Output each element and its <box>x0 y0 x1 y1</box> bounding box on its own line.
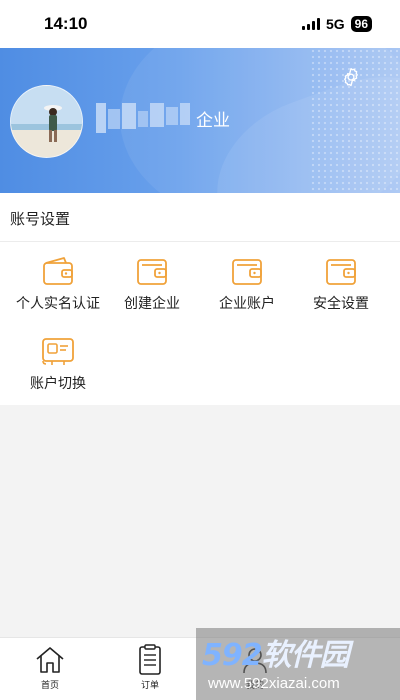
watermark-logo: 592软件园 <box>202 638 350 673</box>
name-redacted <box>96 103 190 133</box>
menu-item-real-name-verification[interactable]: 个人实名认证 <box>8 253 108 327</box>
menu-item-label: 创建企业 <box>124 296 180 312</box>
status-indicators: 5G 96 <box>301 16 372 32</box>
battery-icon: 96 <box>350 16 372 32</box>
nav-item-home[interactable]: 首页 <box>20 638 80 700</box>
menu-item-label: 个人实名认证 <box>16 296 100 312</box>
wallet-icon <box>326 259 356 285</box>
menu-item-security-settings[interactable]: 安全设置 <box>291 253 391 327</box>
profile-header: 企业 <box>0 48 400 193</box>
nav-label: 首页 <box>40 681 59 691</box>
menu-item-label: 企业账户 <box>219 296 275 312</box>
account-settings-section: 账号设置 个人实名认证 创建企业 企业账户 安全设置 账户切换 <box>0 193 400 405</box>
menu-item-label: 安全设置 <box>313 296 369 312</box>
section-title: 账号设置 <box>10 210 71 228</box>
order-icon <box>139 644 161 675</box>
signal-icon <box>301 18 320 30</box>
status-bar: 14:10 5G 96 <box>0 0 400 48</box>
nav-label: 订单 <box>140 681 159 691</box>
avatar[interactable] <box>10 85 83 158</box>
settings-button[interactable] <box>340 67 362 89</box>
nav-item-orders[interactable]: 订单 <box>120 638 180 700</box>
user-name: 企业 <box>96 103 230 133</box>
wallet-icon <box>43 257 73 285</box>
wallet-icon <box>137 259 167 285</box>
wallet-icon <box>232 259 262 285</box>
gear-icon <box>344 67 358 87</box>
watermark-url: www.592xiazai.com <box>208 675 340 692</box>
menu-item-switch-account[interactable]: 账户切换 <box>8 333 108 407</box>
menu-item-enterprise-account[interactable]: 企业账户 <box>197 253 297 327</box>
home-icon <box>36 647 64 673</box>
menu-item-create-enterprise[interactable]: 创建企业 <box>102 253 202 327</box>
avatar-photo <box>11 86 82 157</box>
network-type: 5G <box>325 16 345 32</box>
menu-item-label: 账户切换 <box>30 376 86 392</box>
status-time: 14:10 <box>44 14 88 33</box>
watermark: 592软件园 www.592xiazai.com <box>196 628 400 700</box>
divider <box>0 241 400 242</box>
user-name-suffix: 企业 <box>196 110 230 131</box>
id-card-icon <box>42 338 74 365</box>
